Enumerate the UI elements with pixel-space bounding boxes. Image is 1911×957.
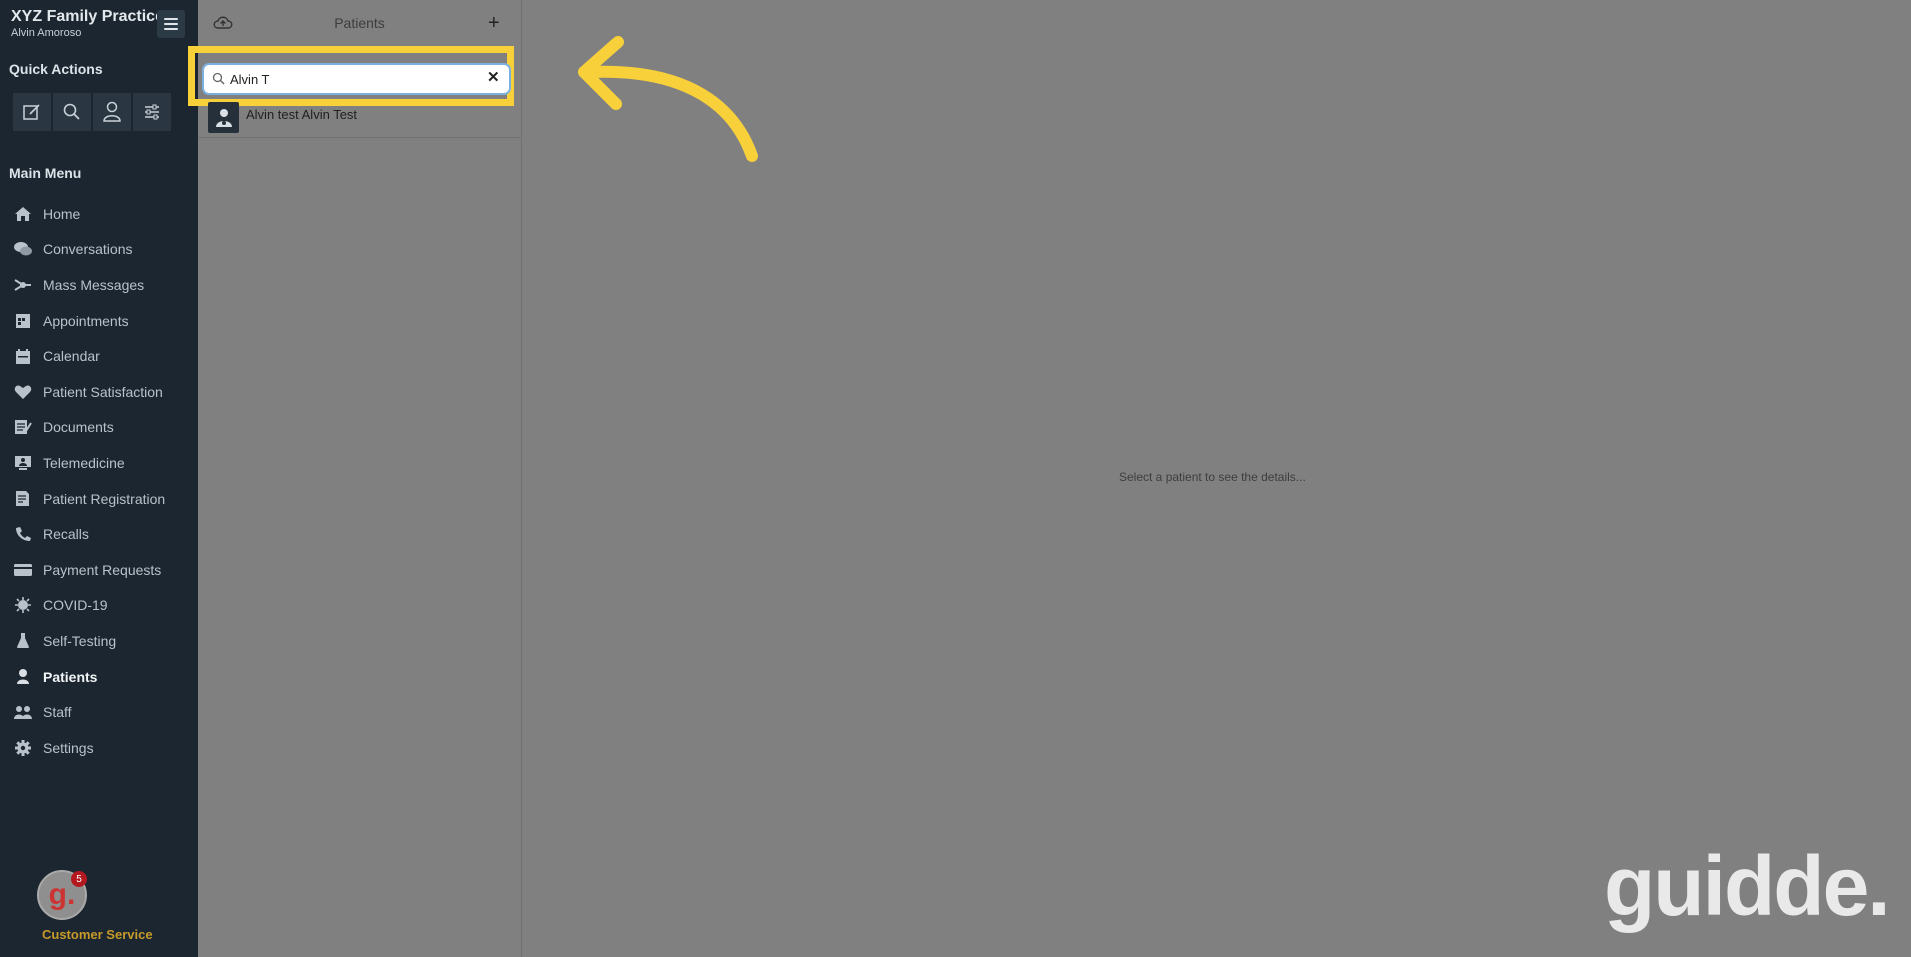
- registration-icon: [13, 489, 33, 509]
- main-menu-title: Main Menu: [9, 165, 82, 181]
- guidde-watermark: guidde.: [1604, 839, 1891, 933]
- hamburger-icon: [164, 18, 178, 20]
- staff-icon: [13, 702, 33, 722]
- sidebar-item-label: Mass Messages: [43, 276, 145, 293]
- search-highlight: ✕: [188, 46, 514, 106]
- flask-icon: [13, 631, 33, 651]
- sidebar-item-patient-registration[interactable]: Patient Registration: [0, 481, 198, 517]
- heart-icon: [13, 382, 33, 402]
- sidebar-item-label: Self-Testing: [43, 632, 117, 649]
- search-box[interactable]: ✕: [202, 63, 511, 95]
- add-patient-button[interactable]: +: [488, 12, 500, 35]
- sidebar-item-self-testing[interactable]: Self-Testing: [0, 623, 198, 659]
- sidebar-item-covid-19[interactable]: COVID-19: [0, 588, 198, 624]
- sidebar-item-label: Recalls: [43, 526, 89, 543]
- clear-search-button[interactable]: ✕: [487, 68, 500, 86]
- search-icon: [212, 72, 225, 90]
- sidebar-item-settings[interactable]: Settings: [0, 730, 198, 766]
- sidebar-item-appointments[interactable]: Appointments: [0, 303, 198, 339]
- virus-icon: [13, 595, 33, 615]
- documents-icon: [13, 417, 33, 437]
- appointments-icon: [13, 311, 33, 331]
- sidebar-item-label: Appointments: [43, 312, 129, 329]
- sidebar-item-home[interactable]: Home: [0, 196, 198, 232]
- patients-header: Patients +: [198, 0, 521, 46]
- practice-name: XYZ Family Practice: [11, 8, 164, 25]
- search-icon[interactable]: [53, 93, 91, 131]
- sidebar-item-label: Patients: [43, 668, 98, 685]
- sidebar-item-label: COVID-19: [43, 597, 108, 614]
- main-menu: Home Conversations Mass Messages Appoint…: [0, 196, 198, 766]
- sidebar-item-telemedicine[interactable]: Telemedicine: [0, 445, 198, 481]
- patient-avatar-icon: [208, 102, 239, 133]
- sidebar-item-label: Telemedicine: [43, 454, 125, 471]
- sidebar-item-mass-messages[interactable]: Mass Messages: [0, 267, 198, 303]
- sidebar-item-label: Patient Satisfaction: [43, 383, 163, 400]
- tutorial-arrow-icon: [578, 36, 758, 162]
- credit-card-icon: [13, 560, 33, 580]
- user-name: Alvin Amoroso: [11, 27, 82, 39]
- patients-title: Patients: [334, 15, 385, 31]
- brand: XYZ Family Practice Alvin Amoroso: [11, 8, 164, 39]
- sidebar-item-calendar[interactable]: Calendar: [0, 338, 198, 374]
- sidebar-item-patients[interactable]: Patients: [0, 659, 198, 695]
- sidebar: XYZ Family Practice Alvin Amoroso Quick …: [0, 0, 198, 957]
- mass-messages-icon: [13, 275, 33, 295]
- sidebar-item-label: Conversations: [43, 241, 133, 258]
- quick-actions: [13, 93, 171, 131]
- sidebar-item-staff[interactable]: Staff: [0, 694, 198, 730]
- sidebar-item-label: Patient Registration: [43, 490, 166, 507]
- notification-badge: 5: [71, 871, 87, 887]
- gear-icon: [13, 738, 33, 758]
- sidebar-item-label: Calendar: [43, 348, 100, 365]
- customer-service-label[interactable]: Customer Service: [42, 927, 153, 942]
- sidebar-item-label: Documents: [43, 419, 114, 436]
- patient-icon[interactable]: [93, 93, 131, 131]
- list-item[interactable]: Alvin test Alvin Test: [198, 100, 521, 138]
- phone-icon: [13, 524, 33, 544]
- compose-icon[interactable]: [13, 93, 51, 131]
- search-input[interactable]: [230, 69, 470, 89]
- patient-name: Alvin test Alvin Test: [246, 107, 358, 122]
- empty-detail-message: Select a patient to see the details...: [1119, 470, 1306, 484]
- sidebar-item-documents[interactable]: Documents: [0, 410, 198, 446]
- settings-sliders-icon[interactable]: [133, 93, 171, 131]
- home-icon: [13, 204, 33, 224]
- sidebar-item-label: Settings: [43, 739, 94, 756]
- sidebar-item-label: Staff: [43, 704, 72, 721]
- telemedicine-icon: [13, 453, 33, 473]
- sidebar-item-recalls[interactable]: Recalls: [0, 516, 198, 552]
- menu-toggle-button[interactable]: [157, 10, 185, 38]
- quick-actions-title: Quick Actions: [9, 61, 103, 77]
- sidebar-item-patient-satisfaction[interactable]: Patient Satisfaction: [0, 374, 198, 410]
- sidebar-item-label: Home: [43, 205, 81, 222]
- sidebar-item-conversations[interactable]: Conversations: [0, 232, 198, 268]
- calendar-icon: [13, 346, 33, 366]
- patients-panel: Patients + ✕ Alvin test Alvin Test: [188, 0, 522, 957]
- sidebar-item-payment-requests[interactable]: Payment Requests: [0, 552, 198, 588]
- conversations-icon: [13, 239, 33, 259]
- sidebar-item-label: Payment Requests: [43, 561, 162, 578]
- patient-icon: [13, 667, 33, 687]
